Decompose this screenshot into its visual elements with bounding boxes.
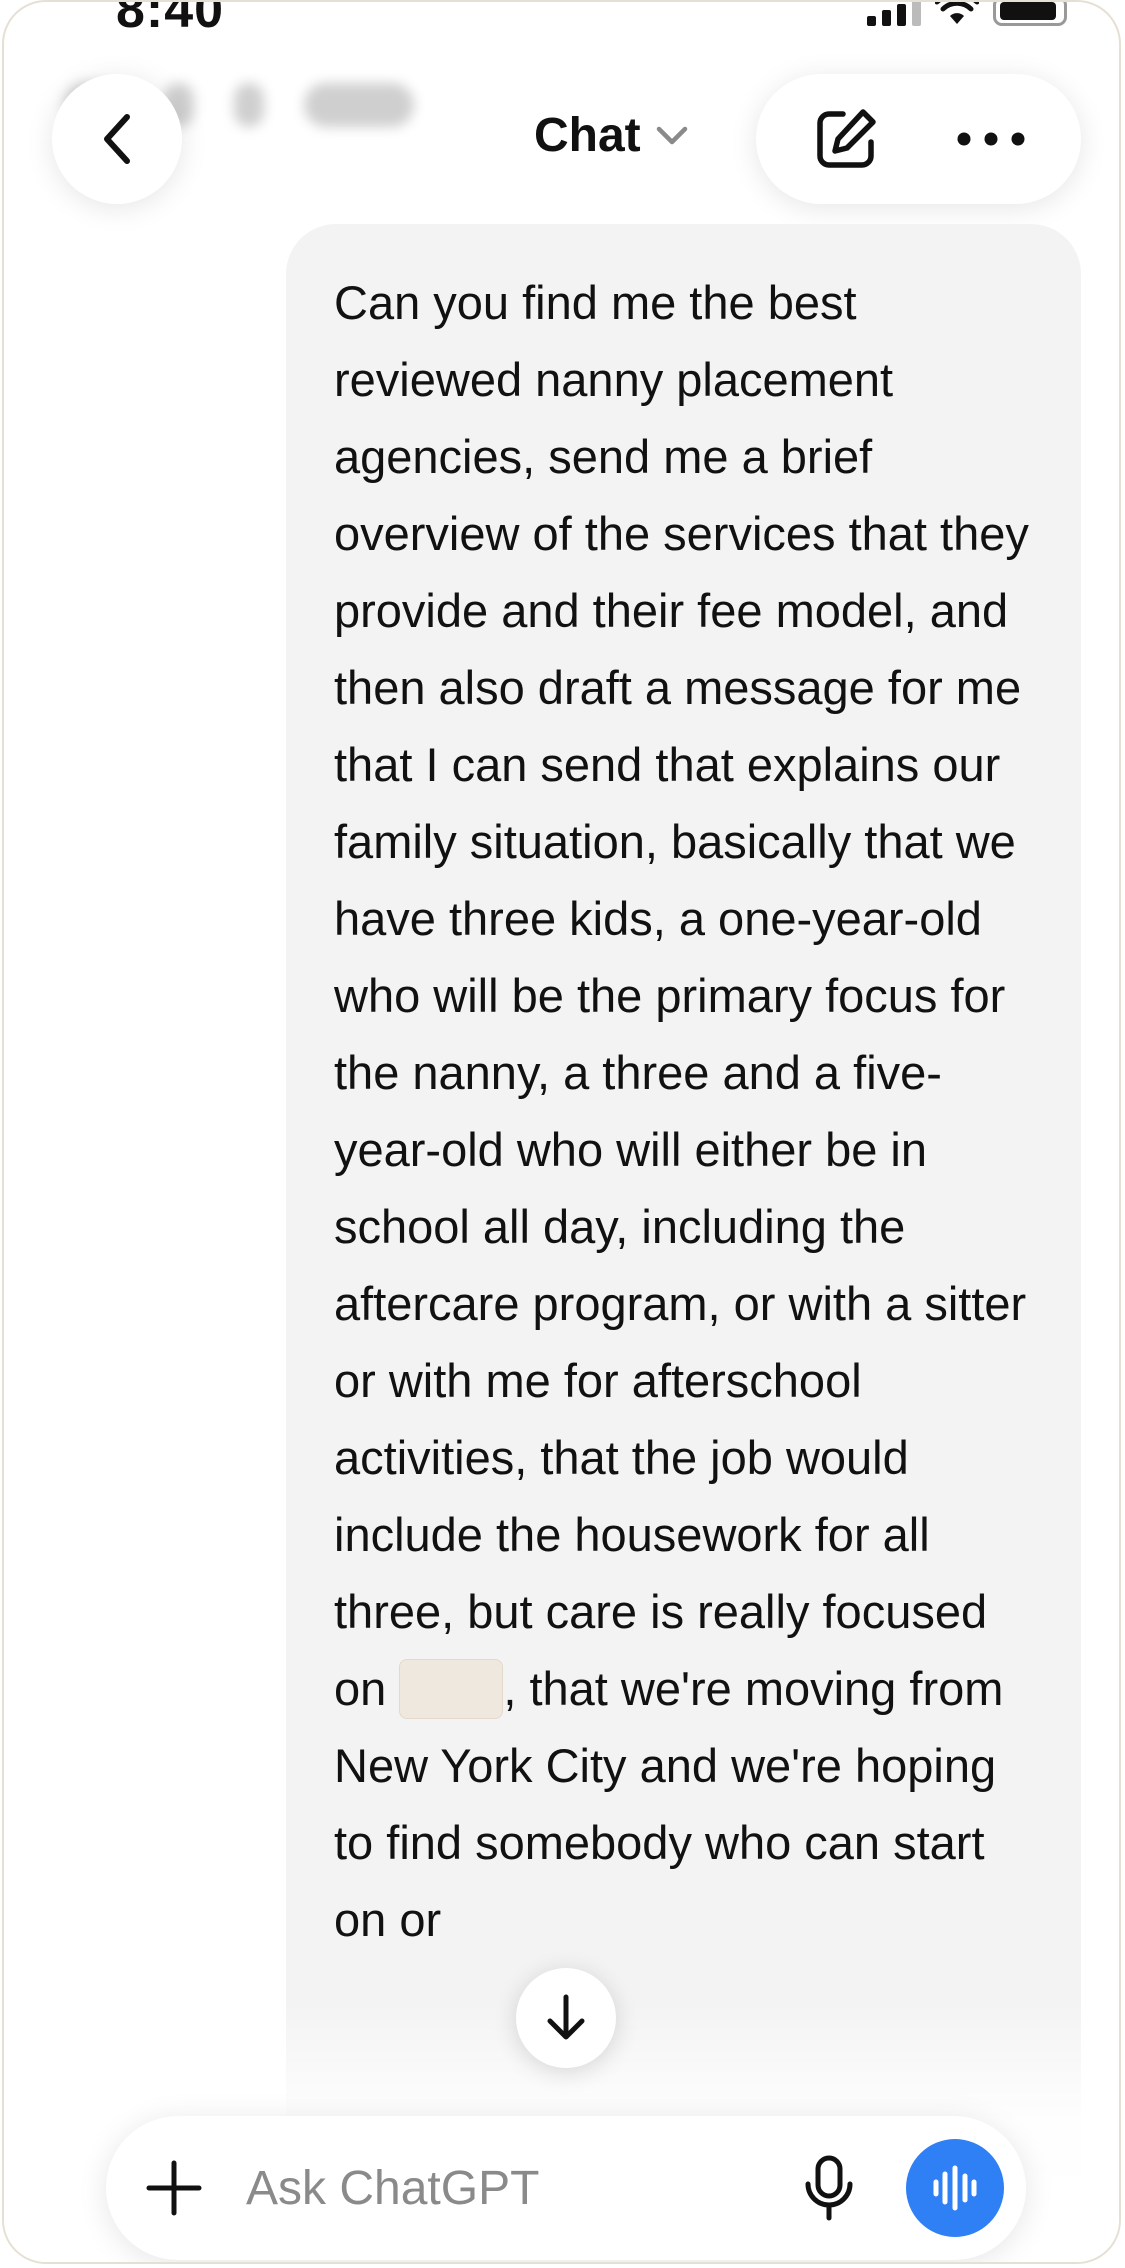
status-time: 8:40 — [116, 0, 225, 39]
user-message-text: Can you find me the best reviewed nanny … — [334, 264, 1034, 1958]
battery-icon — [993, 2, 1067, 26]
composer: Ask ChatGPT — [106, 2116, 1026, 2260]
more-horizontal-icon — [957, 132, 1025, 146]
wifi-icon — [935, 2, 979, 24]
voice-waveform-icon — [933, 2165, 977, 2211]
scroll-to-bottom-button[interactable] — [516, 1968, 616, 2068]
redacted-text — [399, 1659, 504, 1719]
chevron-down-icon — [656, 126, 687, 144]
edit-icon — [817, 109, 876, 168]
arrow-down-icon — [547, 1994, 585, 2040]
user-message-bubble: Can you find me the best reviewed nanny … — [286, 224, 1081, 2262]
more-options-button[interactable] — [946, 94, 1036, 184]
chevron-left-icon — [104, 114, 130, 164]
status-icons — [867, 2, 1067, 26]
header-actions — [756, 74, 1081, 204]
dictate-button[interactable] — [794, 2153, 864, 2223]
app-frame: 8:40 Chat Can you find me the best revie… — [2, 0, 1121, 2264]
add-attachment-button[interactable] — [142, 2156, 206, 2220]
message-input[interactable]: Ask ChatGPT — [246, 2161, 794, 2216]
microphone-icon — [805, 2155, 853, 2221]
new-chat-button[interactable] — [801, 94, 891, 184]
cellular-signal-icon — [867, 2, 921, 26]
back-button[interactable] — [52, 74, 182, 204]
plus-icon — [146, 2160, 202, 2216]
message-text-part-1: Can you find me the best reviewed nanny … — [334, 276, 1029, 1715]
model-selector[interactable]: Chat — [534, 108, 689, 163]
voice-mode-button[interactable] — [906, 2139, 1004, 2237]
page-title: Chat — [534, 109, 641, 162]
